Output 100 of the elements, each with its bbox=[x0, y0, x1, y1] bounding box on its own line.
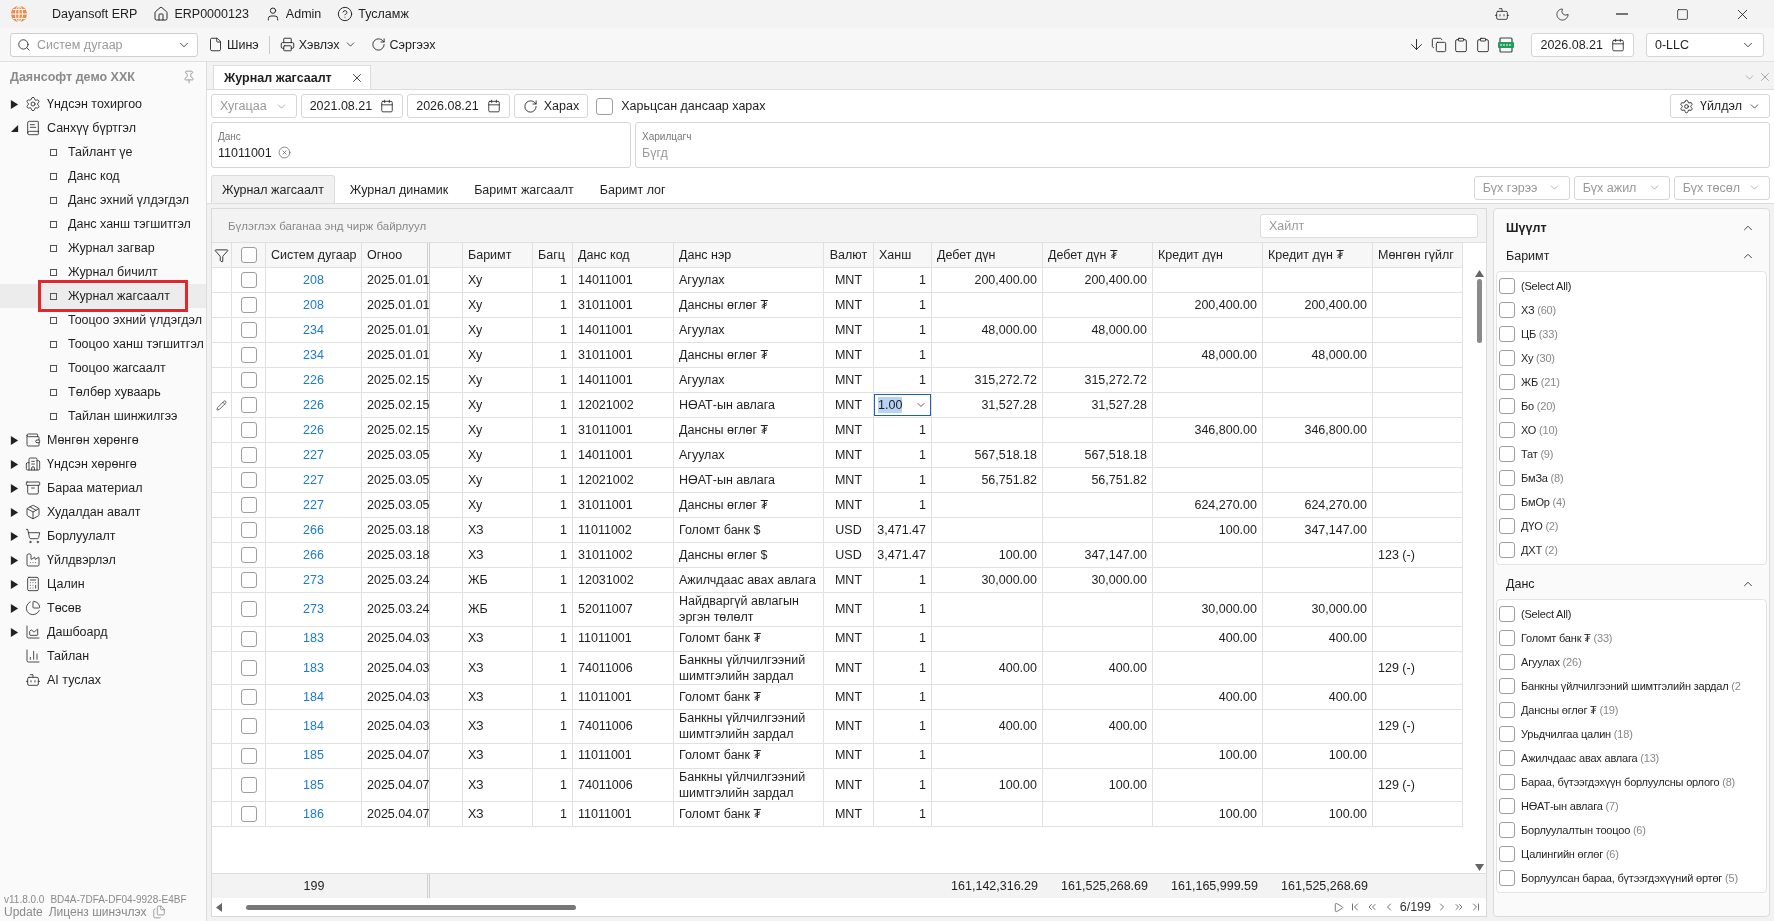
expand-arrow-icon[interactable] bbox=[10, 99, 19, 109]
tree-item[interactable]: AI туслах bbox=[0, 668, 206, 692]
filter-option[interactable]: Борлуулсан бараа, бүтээгдэхүүний өртөг (5) bbox=[1499, 866, 1738, 890]
system-number-link[interactable]: 226 bbox=[303, 396, 324, 414]
row-checkbox[interactable] bbox=[240, 297, 257, 313]
search-field[interactable]: Хайлт bbox=[1260, 213, 1478, 238]
filter-option[interactable]: Цалингийн өглөг (6) bbox=[1499, 842, 1619, 866]
row-checkbox[interactable] bbox=[240, 630, 257, 647]
toolbar-button[interactable]: Хэвлэх bbox=[275, 31, 361, 58]
filter-option[interactable]: Банкны үйлчилгээний шимтгэлийн зардал (2 bbox=[1499, 674, 1741, 698]
view-button[interactable]: Харах bbox=[513, 94, 589, 118]
tree-item[interactable]: Тайлан bbox=[0, 644, 206, 668]
filter-option[interactable]: НӨАТ-ын авлага (7) bbox=[1499, 794, 1619, 818]
filter-checkbox[interactable] bbox=[1499, 446, 1515, 462]
tree-item[interactable]: Үндсэн хөрөнгө bbox=[0, 452, 206, 476]
row-checkbox[interactable] bbox=[240, 776, 257, 793]
tree-item[interactable]: Тайлант үе bbox=[0, 140, 206, 164]
filter-option[interactable]: Борлуулалтын тооцоо (6) bbox=[1499, 818, 1646, 842]
filter-option[interactable]: ЖБ (21) bbox=[1499, 370, 1560, 394]
tree-item[interactable]: Тайлан шинжилгээ bbox=[0, 404, 206, 428]
top-menu-link[interactable]: Тусламж bbox=[337, 6, 409, 22]
system-number-link[interactable]: 226 bbox=[303, 371, 324, 389]
scroll-up-icon[interactable] bbox=[1474, 270, 1484, 277]
pin-icon[interactable] bbox=[182, 70, 196, 84]
tree-item[interactable]: Тооцоо ханш тэгшитгэл bbox=[0, 332, 206, 356]
tree-item[interactable]: Тооцоо жагсаалт bbox=[0, 356, 206, 380]
tree-item[interactable]: Бараа материал bbox=[0, 476, 206, 500]
tree-item[interactable]: Төсөв bbox=[0, 596, 206, 620]
filter-checkbox[interactable] bbox=[1499, 422, 1515, 438]
tree-item[interactable]: Данс ханш тэгшитгэл bbox=[0, 212, 206, 236]
row-checkbox[interactable] bbox=[240, 747, 257, 764]
scroll-down-icon[interactable] bbox=[1474, 864, 1484, 871]
top-menu-link[interactable]: ERP0000123 bbox=[153, 6, 249, 22]
row-checkbox[interactable] bbox=[240, 659, 257, 676]
copy-icon[interactable] bbox=[1431, 36, 1448, 53]
system-number-link[interactable]: 184 bbox=[303, 718, 324, 735]
system-number-link[interactable]: 183 bbox=[303, 659, 324, 676]
system-number-link[interactable]: 266 bbox=[303, 546, 324, 564]
row-checkbox[interactable] bbox=[240, 272, 257, 288]
filter-option[interactable]: Ху (30) bbox=[1499, 346, 1555, 370]
next-pages-icon[interactable] bbox=[1453, 901, 1465, 913]
filter-option[interactable]: ЦБ (33) bbox=[1499, 322, 1558, 346]
spreadsheet-export-icon[interactable] bbox=[1497, 36, 1516, 53]
tree-item[interactable]: Үндсэн тохиргоо bbox=[0, 92, 206, 116]
tree-item[interactable]: Үйлдвэрлэл bbox=[0, 548, 206, 572]
tree-item[interactable]: Санхүү бүртгэл bbox=[0, 116, 206, 140]
filter-option[interactable]: ДХТ (2) bbox=[1499, 538, 1558, 562]
row-checkbox[interactable] bbox=[240, 572, 257, 588]
play-icon[interactable] bbox=[1332, 901, 1344, 913]
filter-option[interactable]: Ажилчдаас авах авлага (13) bbox=[1499, 746, 1660, 770]
system-number-search[interactable]: Систем дугаар bbox=[10, 32, 198, 57]
column-header[interactable]: Дебет дүн bbox=[932, 243, 1043, 268]
filter-option[interactable]: Тат (9) bbox=[1499, 442, 1554, 466]
document-tab[interactable]: Журнал жагсаалт bbox=[213, 65, 371, 89]
tree-item[interactable]: Мөнгөн хөрөнгө bbox=[0, 428, 206, 452]
date-field[interactable]: 2026.08.21 bbox=[1531, 32, 1634, 57]
system-number-link[interactable]: 184 bbox=[303, 688, 324, 706]
row-checkbox[interactable] bbox=[240, 806, 257, 822]
action-button[interactable]: Үйлдэл bbox=[1669, 94, 1770, 118]
system-number-link[interactable]: 185 bbox=[303, 776, 324, 793]
filter-checkbox[interactable] bbox=[1499, 774, 1515, 790]
top-menu-link[interactable]: Admin bbox=[264, 6, 322, 22]
tree-item[interactable]: Журнал бичилт bbox=[0, 260, 206, 284]
select-all-checkbox[interactable] bbox=[240, 247, 257, 263]
collapse-arrow-icon[interactable] bbox=[10, 123, 19, 133]
filter-checkbox[interactable] bbox=[1499, 398, 1515, 414]
clear-icon[interactable] bbox=[277, 146, 291, 159]
filter-checkbox[interactable] bbox=[1499, 846, 1515, 862]
view-tab[interactable]: Журнал жагсаалт bbox=[211, 175, 335, 203]
filter-checkbox[interactable] bbox=[1499, 678, 1515, 694]
filter-checkbox[interactable] bbox=[1499, 726, 1515, 742]
date-field[interactable]: 2026.08.21 bbox=[407, 94, 510, 118]
last-page-icon[interactable] bbox=[1470, 901, 1482, 913]
tree-item[interactable]: Данс эхний үлдэгдэл bbox=[0, 188, 206, 212]
rate-editor[interactable]: 1.00 bbox=[874, 394, 931, 416]
row-checkbox[interactable] bbox=[240, 718, 257, 735]
column-header[interactable]: Кредит дүн bbox=[1153, 243, 1263, 268]
account-chip[interactable]: 11011001 bbox=[218, 145, 291, 160]
filter-checkbox[interactable] bbox=[1499, 278, 1515, 294]
partner-field[interactable]: Харилцагч Бүгд bbox=[635, 122, 1770, 168]
row-checkbox[interactable] bbox=[240, 601, 257, 618]
row-checkbox[interactable] bbox=[240, 547, 257, 563]
row-checkbox[interactable] bbox=[240, 497, 257, 513]
expand-arrow-icon[interactable] bbox=[10, 555, 19, 565]
filter-icon[interactable] bbox=[214, 247, 229, 263]
toolbar-button[interactable]: Шинэ bbox=[204, 31, 263, 58]
filter-checkbox[interactable] bbox=[1499, 654, 1515, 670]
filter-option[interactable]: Бараа, бүтээгдэхүүн борлуулсны орлого (8) bbox=[1499, 770, 1736, 794]
search-input[interactable]: Систем дугаар bbox=[37, 37, 171, 52]
expand-arrow-icon[interactable] bbox=[10, 603, 19, 613]
row-checkbox[interactable] bbox=[240, 689, 257, 705]
filter-option[interactable]: (Select All) bbox=[1499, 274, 1572, 298]
column-header[interactable]: Данс нэр bbox=[674, 243, 824, 268]
filter-option[interactable]: Голомт банк ₮ (33) bbox=[1499, 626, 1613, 650]
filter-checkbox[interactable] bbox=[1499, 518, 1515, 534]
row-checkbox[interactable] bbox=[240, 422, 257, 438]
filter-option[interactable]: БмОр (4) bbox=[1499, 490, 1566, 514]
filter-checkbox[interactable] bbox=[1499, 750, 1515, 766]
row-checkbox[interactable] bbox=[240, 322, 257, 338]
column-header[interactable]: Мөнгөн гүйлг bbox=[1373, 243, 1463, 268]
